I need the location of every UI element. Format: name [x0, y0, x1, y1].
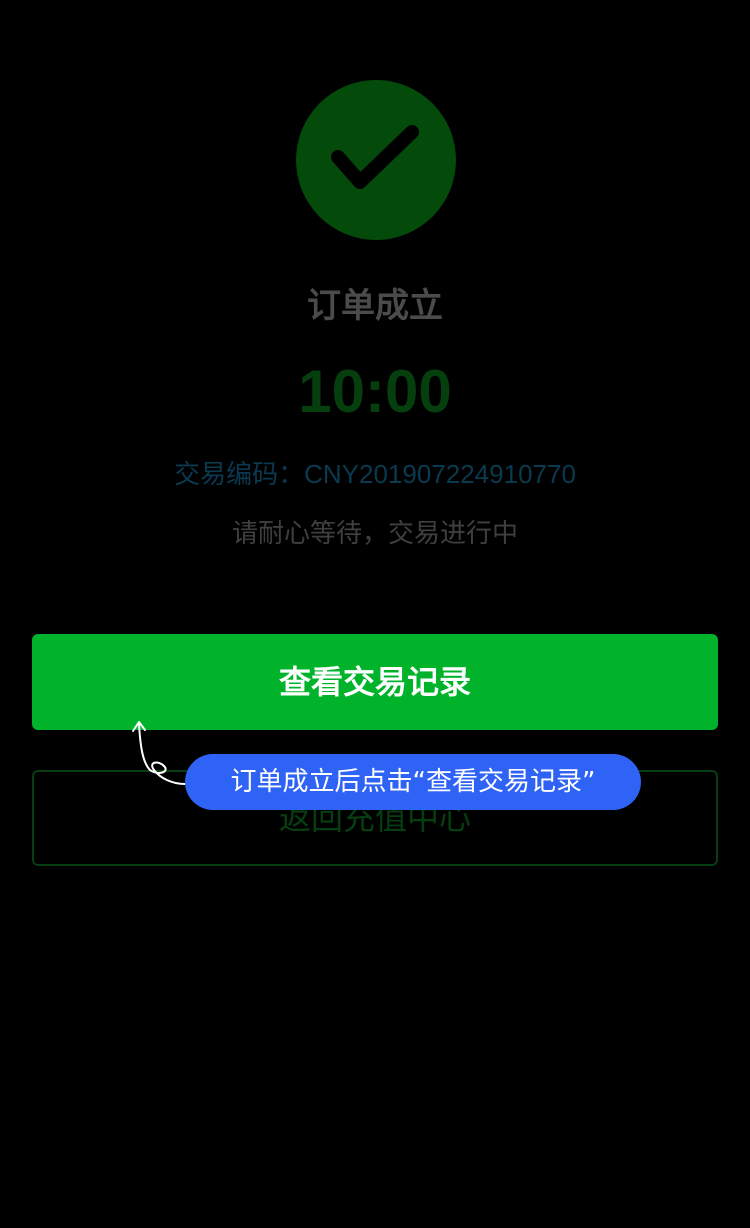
check-icon — [331, 125, 419, 189]
order-result-page: 订单成立 10:00 交易编码：CNY201907224910770 请耐心等待… — [0, 0, 750, 1228]
countdown-timer: 10:00 — [298, 358, 452, 425]
transaction-code-label: 交易编码： — [174, 460, 305, 490]
hint-tooltip: 订单成立后点击“查看交易记录” — [185, 754, 641, 810]
hint-arrow-icon — [132, 721, 186, 785]
order-status-title: 订单成立 — [307, 286, 443, 326]
transaction-code-value: CNY201907224910770 — [304, 459, 576, 489]
success-badge — [296, 80, 456, 240]
wait-message: 请耐心等待，交易进行中 — [231, 519, 518, 549]
transaction-code-row: 交易编码：CNY201907224910770 — [0, 456, 750, 493]
